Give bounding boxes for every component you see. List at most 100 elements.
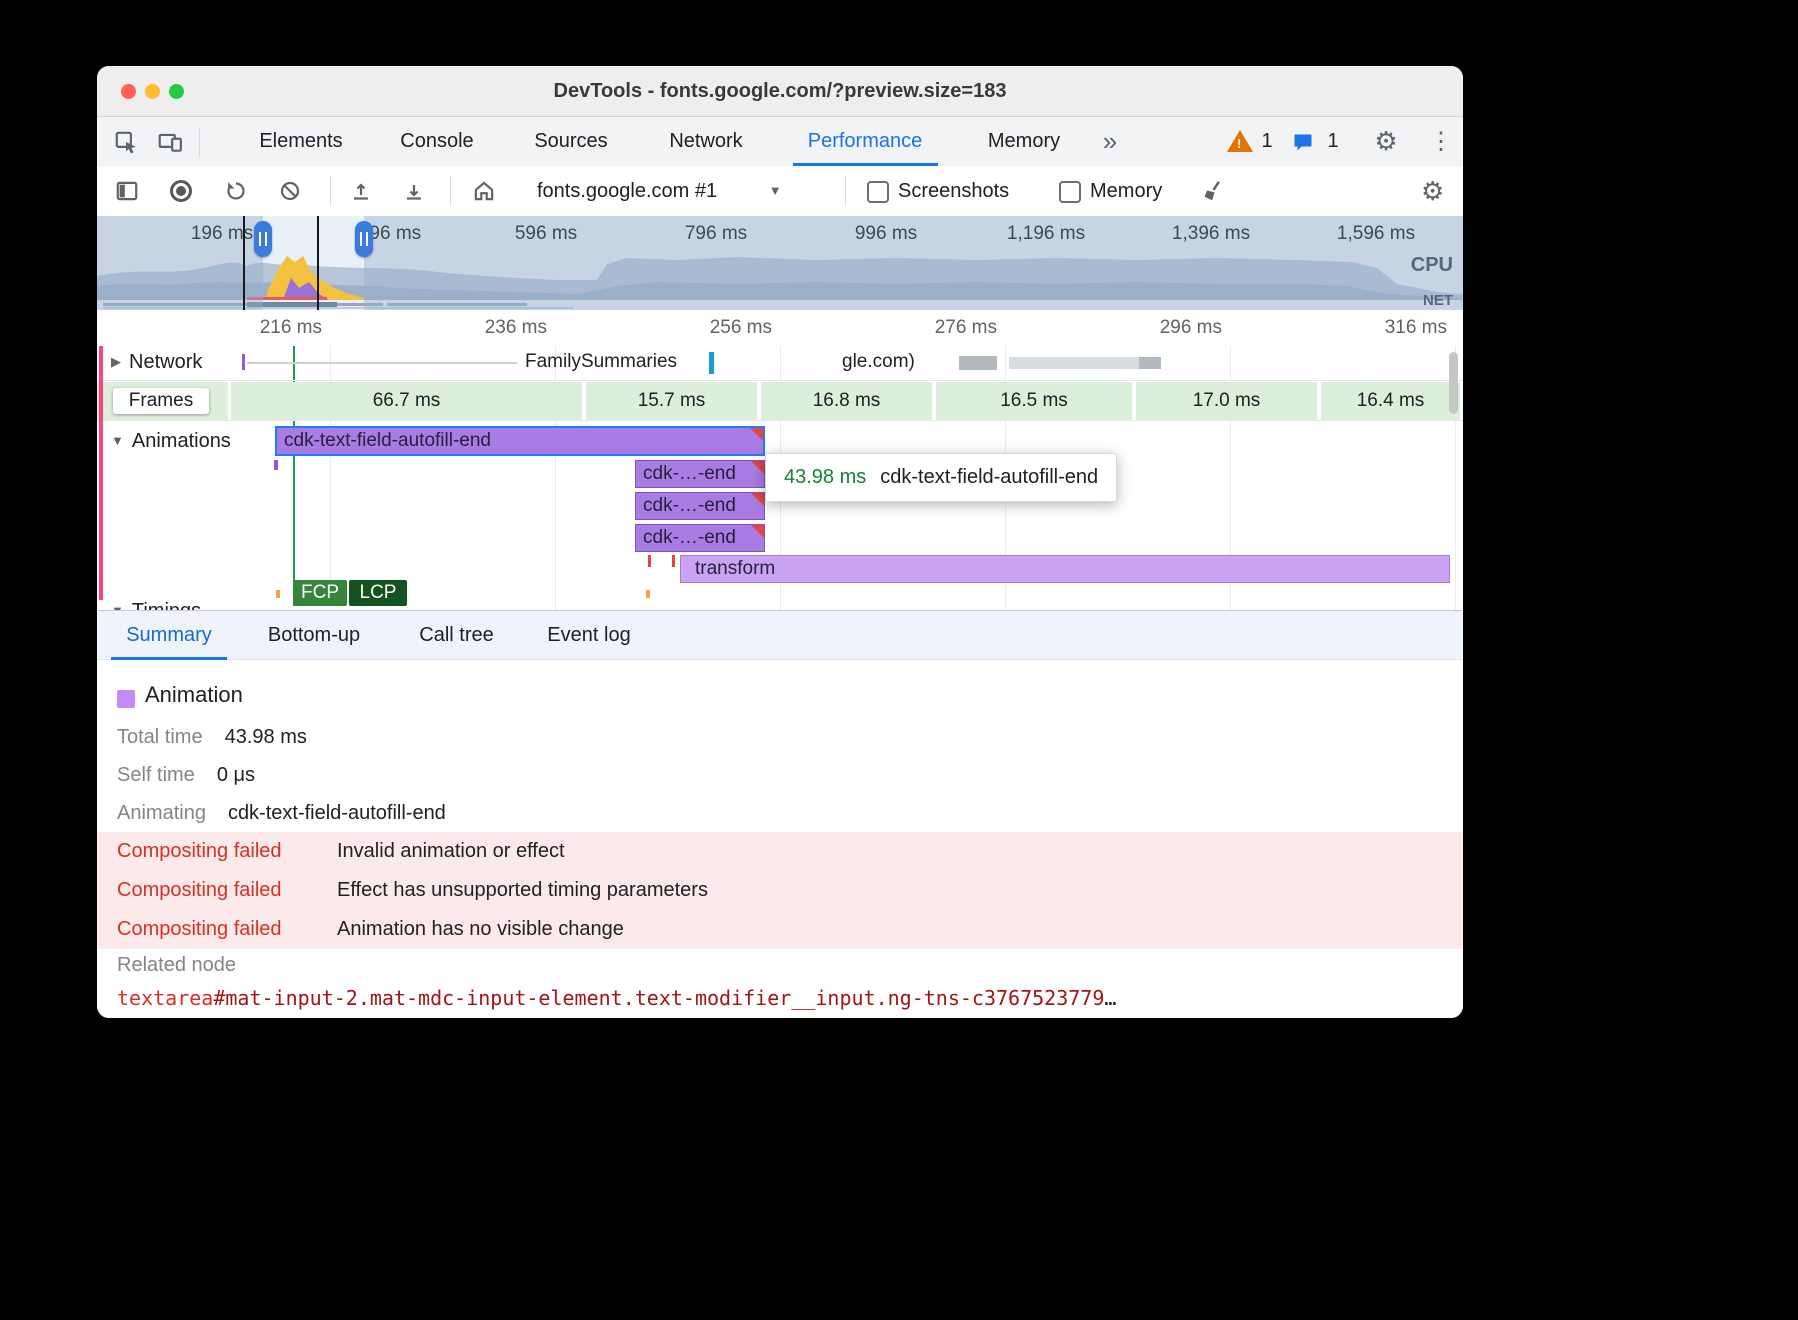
details-tabbar: Summary Bottom-up Call tree Event log xyxy=(97,610,1463,660)
overview-marker-line xyxy=(243,216,245,310)
animation-tick xyxy=(274,460,278,470)
disclosure-collapsed-icon: ▶ xyxy=(111,354,121,369)
toolbar-divider xyxy=(845,176,846,206)
network-request-bar[interactable] xyxy=(709,352,714,374)
memory-checkbox[interactable] xyxy=(1059,181,1081,203)
self-time-row: Self time 0 μs xyxy=(117,762,255,788)
summary-panel: Animation Total time 43.98 ms Self time … xyxy=(97,660,1463,1018)
fcp-marker-badge[interactable]: FCP xyxy=(293,580,347,606)
network-track-header[interactable]: ▶Network xyxy=(111,351,202,374)
capture-settings-gear-icon[interactable]: ⚙ xyxy=(1421,166,1444,216)
issues-count[interactable]: 1 xyxy=(1323,117,1343,166)
tab-memory[interactable]: Memory xyxy=(969,117,1079,166)
total-time-row: Total time 43.98 ms xyxy=(117,724,307,750)
total-time-value: 43.98 ms xyxy=(225,724,307,750)
self-time-value: 0 μs xyxy=(217,762,255,788)
garbage-collect-broom-icon[interactable] xyxy=(1201,178,1227,204)
inspect-element-icon[interactable] xyxy=(113,129,139,155)
history-dropdown[interactable]: fonts.google.com #1 ▼ xyxy=(537,166,782,216)
screenshots-checkbox[interactable] xyxy=(867,181,889,203)
device-toolbar-icon[interactable] xyxy=(157,129,183,155)
frame-duration: 16.8 ms xyxy=(761,382,932,420)
disclosure-expanded-icon: ▼ xyxy=(111,603,124,610)
tab-summary[interactable]: Summary xyxy=(117,611,221,660)
track-selection-indicator xyxy=(99,346,103,600)
network-request-bar[interactable] xyxy=(1009,357,1159,369)
toolbar-divider xyxy=(450,176,451,206)
animation-tick xyxy=(672,555,675,567)
tooltip-duration: 43.98 ms xyxy=(784,466,866,489)
warning-count[interactable]: 1 xyxy=(1257,117,1277,166)
ruler-label: 296 ms xyxy=(1102,317,1222,339)
more-tabs-chevron-icon[interactable]: » xyxy=(1092,117,1128,166)
animating-label: Animating xyxy=(117,800,206,826)
tooltip-name: cdk-text-field-autofill-end xyxy=(880,466,1098,489)
animation-bar[interactable]: cdk-…-end xyxy=(635,524,765,552)
ruler-label: 276 ms xyxy=(877,317,997,339)
track-divider xyxy=(97,380,1463,381)
animation-bar[interactable]: cdk-…-end xyxy=(635,460,765,488)
related-node-selector[interactable]: textarea#mat-input-2.mat-mdc-input-eleme… xyxy=(117,986,1116,1010)
load-profile-icon[interactable] xyxy=(349,179,373,203)
tab-network[interactable]: Network xyxy=(656,117,756,166)
network-request-label[interactable]: gle.com) xyxy=(842,351,915,373)
cpu-track-label: CPU xyxy=(1411,254,1453,277)
issues-chat-icon[interactable] xyxy=(1291,130,1315,154)
vertical-scrollbar-thumb[interactable] xyxy=(1449,352,1458,414)
selection-handle-left[interactable] xyxy=(254,221,272,257)
transform-animation-bar[interactable]: transform xyxy=(680,555,1450,583)
frames-track-header: Frames xyxy=(113,388,209,414)
compositing-warning-row: Compositing failed Animation has no visi… xyxy=(97,910,1463,949)
tab-call-tree[interactable]: Call tree xyxy=(410,611,503,660)
settings-gear-icon[interactable]: ⚙ xyxy=(1369,117,1403,166)
record-icon[interactable] xyxy=(170,180,192,202)
compositing-warning-row: Compositing failed Effect has unsupporte… xyxy=(97,871,1463,910)
save-profile-icon[interactable] xyxy=(402,179,426,203)
tab-event-log[interactable]: Event log xyxy=(538,611,640,660)
home-icon[interactable] xyxy=(471,178,497,204)
tab-elements[interactable]: Elements xyxy=(247,117,355,166)
animation-tick xyxy=(648,555,651,567)
animations-track-header[interactable]: ▼Animations xyxy=(111,430,231,453)
legend-label: Animation xyxy=(145,682,243,708)
toolbar-divider xyxy=(330,176,331,206)
warning-exclamation: ! xyxy=(1237,136,1241,151)
toggle-sidebar-icon[interactable] xyxy=(114,178,140,204)
clear-recording-icon[interactable] xyxy=(278,179,302,203)
record-dot xyxy=(176,186,186,196)
timeline-tracks: ▶Network FamilySummaries gle.com) 66.7 m… xyxy=(97,346,1463,610)
memory-checkbox-label[interactable]: Memory xyxy=(1090,166,1162,216)
kebab-menu-icon[interactable]: ⋮ xyxy=(1427,117,1455,166)
network-request-label[interactable]: FamilySummaries xyxy=(525,351,677,373)
animation-bar[interactable]: cdk-…-end xyxy=(635,492,765,520)
self-time-label: Self time xyxy=(117,762,195,788)
related-node-label: Related node xyxy=(117,954,236,977)
tab-sources[interactable]: Sources xyxy=(521,117,621,166)
selection-handle-right[interactable] xyxy=(355,221,373,257)
animation-bar-selected[interactable]: cdk-text-field-autofill-end xyxy=(275,426,765,456)
network-request-bar[interactable] xyxy=(1139,357,1161,369)
network-request-bar[interactable] xyxy=(242,354,245,370)
ruler-label: 256 ms xyxy=(652,317,772,339)
screenshots-checkbox-label[interactable]: Screenshots xyxy=(898,166,1009,216)
node-ellipsis: … xyxy=(1104,986,1116,1010)
tab-performance[interactable]: Performance xyxy=(785,117,945,166)
network-request-bar[interactable] xyxy=(959,356,997,370)
warning-icon[interactable]: ! xyxy=(1227,130,1253,154)
frame-duration: 16.4 ms xyxy=(1321,382,1460,420)
lcp-marker-badge[interactable]: LCP xyxy=(349,580,407,606)
compositing-failed-flag-icon xyxy=(751,493,764,506)
compositing-failed-flag-icon xyxy=(751,461,764,474)
frame-duration: 15.7 ms xyxy=(586,382,757,420)
node-tag: textarea xyxy=(117,986,213,1010)
tab-bottom-up[interactable]: Bottom-up xyxy=(255,611,373,660)
node-classes: #mat-input-2.mat-mdc-input-element.text-… xyxy=(213,986,1104,1010)
tab-console[interactable]: Console xyxy=(387,117,487,166)
timing-tick xyxy=(276,590,280,598)
timeline-overview[interactable]: 196 ms 396 ms 596 ms 796 ms 996 ms 1,196… xyxy=(97,216,1463,311)
compositing-failed-flag-icon xyxy=(750,428,763,441)
animation-tooltip: 43.98 ms cdk-text-field-autofill-end xyxy=(765,453,1117,502)
frame-duration: 17.0 ms xyxy=(1136,382,1317,420)
network-request-hairline[interactable] xyxy=(247,362,517,364)
reload-record-icon[interactable] xyxy=(224,179,248,203)
